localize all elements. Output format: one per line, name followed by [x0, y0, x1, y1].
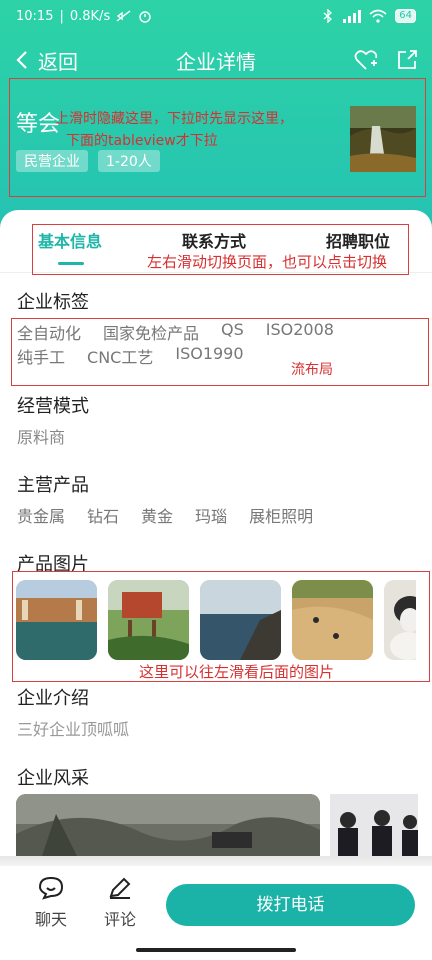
- annotation-header-line2: 下面的tableview才下拉: [66, 133, 218, 149]
- back-button[interactable]: 返回: [16, 46, 78, 75]
- home-indicator: [136, 948, 296, 952]
- nav-bar: 返回 企业详情: [0, 40, 432, 80]
- heart-add-icon[interactable]: [354, 49, 378, 71]
- mode-title: 经营模式: [17, 396, 89, 417]
- comment-label: 评论: [103, 910, 136, 929]
- alarm-icon: [139, 11, 151, 23]
- product-item: 钻石: [87, 507, 120, 526]
- products-row: 贵金属 钻石 黄金 玛瑙 展柜照明: [17, 503, 313, 527]
- status-speed: 0.8K/s: [69, 8, 111, 24]
- products-title: 主营产品: [17, 475, 89, 496]
- mute-icon: [116, 10, 131, 22]
- product-item: 黄金: [141, 507, 174, 526]
- intro-title: 企业介绍: [17, 688, 89, 709]
- intro-value: 三好企业顶呱呱: [17, 720, 130, 739]
- annotation-header-line1: 上滑时隐藏这里，下拉时先显示这里，: [55, 111, 293, 127]
- product-item: 贵金属: [17, 507, 66, 526]
- wifi-icon: [369, 9, 387, 23]
- status-bar: 10:15 | 0.8K/s 64: [0, 0, 432, 32]
- call-phone-button[interactable]: 拨打电话: [166, 884, 415, 926]
- chat-button[interactable]: 聊天: [26, 876, 76, 930]
- bottom-action-bar: 聊天 评论 拨打电话: [0, 866, 432, 960]
- mode-value: 原料商: [17, 428, 66, 447]
- bluetooth-icon: [323, 9, 333, 23]
- back-label: 返回: [38, 49, 78, 74]
- chat-icon: [38, 876, 64, 900]
- annotation-photos-note: 这里可以往左滑看后面的图片: [139, 663, 335, 681]
- product-item: 展柜照明: [249, 507, 314, 526]
- comment-button[interactable]: 评论: [95, 876, 145, 930]
- share-icon[interactable]: [396, 49, 418, 71]
- tags-title: 企业标签: [17, 292, 89, 313]
- annotation-tags-note: 流布局: [291, 362, 333, 378]
- style-title: 企业风采: [17, 768, 89, 789]
- back-arrow-icon: [16, 51, 27, 69]
- content-panel: 基本信息 联系方式 招聘职位 企业标签 全自动化 国家免检产品 QS ISO20…: [0, 210, 432, 870]
- battery-indicator: 64: [395, 9, 416, 23]
- annotation-tags-box: [11, 318, 429, 386]
- signal-icon: [343, 10, 362, 23]
- product-item: 玛瑙: [195, 507, 228, 526]
- status-time: 10:15: [16, 8, 54, 24]
- annotation-tabs-note: 左右滑动切换页面，也可以点击切换: [147, 253, 388, 271]
- chat-label: 聊天: [34, 910, 67, 929]
- edit-icon: [109, 877, 131, 899]
